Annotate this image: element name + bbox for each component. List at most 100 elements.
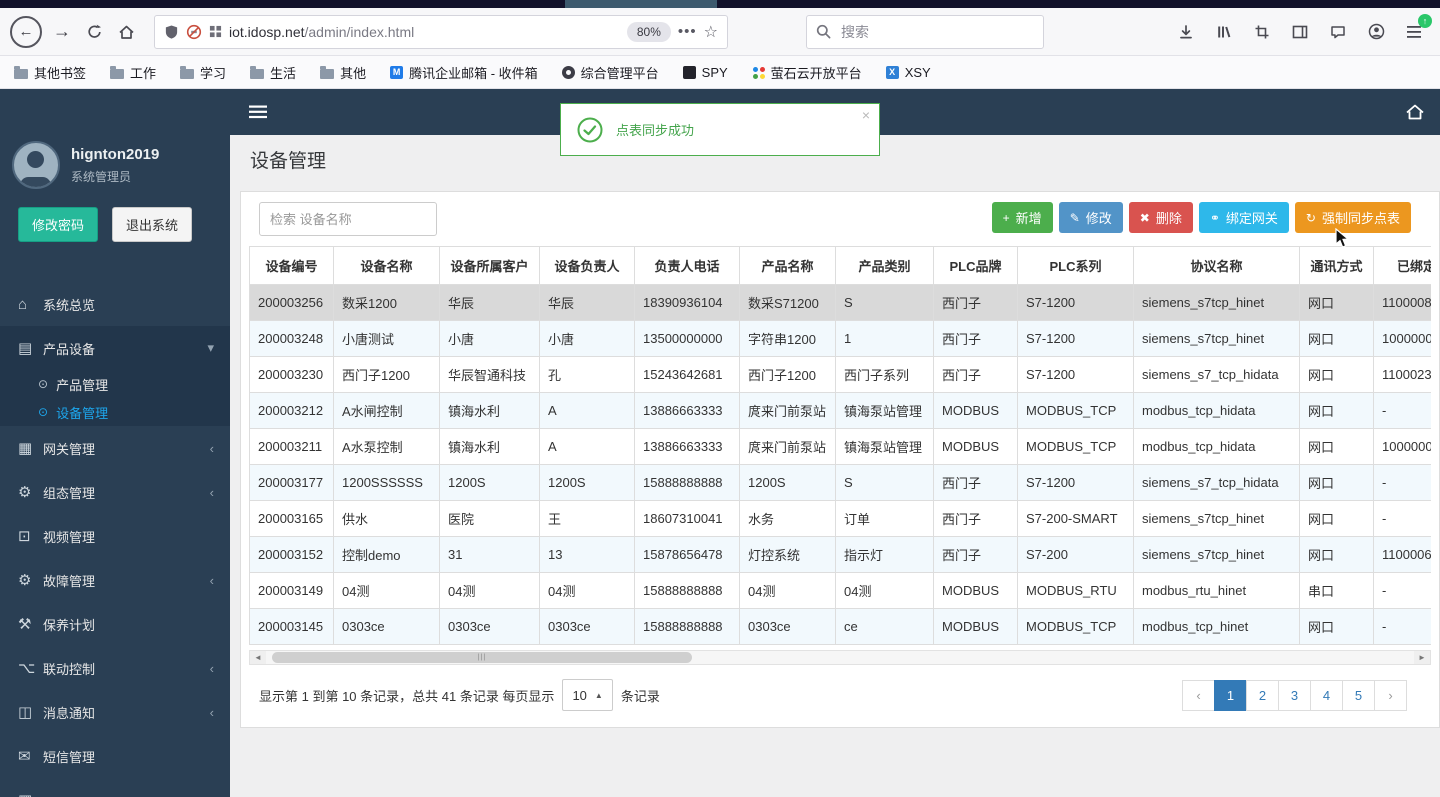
sidebar-item-product-device[interactable]: ▤ 产品设备 ▾ — [0, 326, 230, 370]
bookmark-label: 萤石云开放平台 — [770, 65, 862, 81]
column-header[interactable]: 设备负责人 — [539, 246, 635, 285]
table-row[interactable]: 200003230 西门子1200 华辰智通科技孔 15243642681 西门子120… — [249, 356, 1431, 393]
browser-tab[interactable] — [565, 0, 717, 8]
sidebar-item-clipped-item[interactable]: ▥ — [0, 778, 230, 797]
browser-search-bar[interactable] — [806, 14, 1044, 49]
toast-close-icon[interactable]: × — [862, 107, 870, 123]
messages-button[interactable] — [1324, 18, 1352, 46]
page-button-1[interactable]: 1 — [1214, 679, 1247, 711]
screenshot-button[interactable] — [1248, 18, 1276, 46]
page-button-4[interactable]: 4 — [1310, 679, 1343, 711]
delete-icon: ✖ — [1139, 210, 1150, 225]
scroll-left-icon[interactable]: ◄ — [250, 651, 266, 664]
chevron-left-icon: ‹ — [209, 704, 214, 720]
next-page-button[interactable]: › — [1374, 679, 1407, 711]
sidebar-item-message-notification[interactable]: ◫ 消息通知 ‹ — [0, 690, 230, 734]
forward-button[interactable]: → — [46, 16, 78, 48]
shield-icon[interactable] — [164, 24, 179, 40]
bookmark-item[interactable]: 综合管理平台 — [561, 63, 659, 82]
app-menu-button[interactable]: ↑ — [1400, 13, 1432, 46]
column-header[interactable]: 产品类别 — [835, 246, 934, 285]
delete-button[interactable]: ✖ 删除 — [1128, 202, 1193, 233]
column-header[interactable]: 负责人电话 — [634, 246, 740, 285]
logout-button[interactable]: 退出系统 — [112, 207, 193, 242]
bookmark-item[interactable]: 萤石云开放平台 — [752, 63, 862, 82]
toast-notification: 点表同步成功 × — [560, 103, 880, 156]
table-row[interactable]: 200003145 0303ce 0303ce 0303ce 15888888888 03… — [249, 608, 1431, 645]
account-button[interactable] — [1362, 18, 1390, 46]
horizontal-scrollbar[interactable]: ◄ ||| ► — [249, 650, 1431, 665]
zoom-level-badge[interactable]: 80% — [626, 21, 671, 42]
page-button-5[interactable]: 5 — [1342, 679, 1375, 711]
bookmark-item[interactable]: X XSY — [885, 65, 931, 80]
blocked-permission-icon[interactable] — [186, 24, 202, 40]
column-header[interactable]: 已绑定网关 — [1373, 246, 1431, 285]
page-actions-icon[interactable]: ••• — [678, 23, 697, 40]
table-row[interactable]: 200003152 控制demo 31 13 15878656478 灯控系统 指示灯 西门子… — [249, 536, 1431, 573]
column-header[interactable]: 协议名称 — [1133, 246, 1300, 285]
column-header[interactable]: 设备编号 — [249, 246, 334, 285]
avatar[interactable] — [12, 141, 60, 189]
page-button-2[interactable]: 2 — [1246, 679, 1279, 711]
column-header[interactable]: 产品名称 — [739, 246, 836, 285]
column-header[interactable]: PLC品牌 — [933, 246, 1018, 285]
table-row[interactable]: 200003165 供水 医院王 18607310041 水务 订单 西门子 S7-200-S… — [249, 500, 1431, 537]
scrollbar-track[interactable]: ||| — [266, 651, 1414, 664]
bookmark-item[interactable]: 其他 — [320, 63, 366, 82]
downloads-button[interactable] — [1172, 18, 1200, 46]
sidebar-subitem-product-management[interactable]: ⊙ 产品管理 — [0, 370, 230, 398]
add-button[interactable]: + 新增 — [991, 202, 1053, 233]
table-row[interactable]: 200003256 数采1200 华辰 华辰 18390936104 数采S71200 S 西… — [249, 284, 1431, 321]
scroll-right-icon[interactable]: ► — [1414, 651, 1430, 664]
bookmark-item[interactable]: 学习 — [180, 63, 226, 82]
table-row[interactable]: 200003177 1200SSSSSS 1200S 1200S 15888888888… — [249, 464, 1431, 501]
column-header[interactable]: 设备所属客户 — [439, 246, 540, 285]
table-cell: A水闸控制 — [333, 392, 440, 429]
column-header[interactable]: 设备名称 — [333, 246, 440, 285]
sidebar-item-linkage-control[interactable]: ⌥ 联动控制 ‹ — [0, 646, 230, 690]
bookmark-item[interactable]: 其他书签 — [14, 63, 86, 82]
column-header[interactable]: PLC系列 — [1017, 246, 1134, 285]
sidebar-item-maintenance-plan[interactable]: ⚒ 保养计划 — [0, 602, 230, 646]
sidebar-item-video-management[interactable]: ⊡ 视频管理 — [0, 514, 230, 558]
change-password-button[interactable]: 修改密码 — [18, 207, 99, 242]
table-cell: 0303ce — [739, 608, 836, 645]
bookmark-star-icon[interactable]: ☆ — [704, 22, 718, 42]
bookmark-item[interactable]: 生活 — [250, 63, 296, 82]
force-sync-button[interactable]: ↻ 强制同步点表 — [1294, 202, 1411, 233]
sidebar-item-fault-management[interactable]: ⚙ 故障管理 ‹ — [0, 558, 230, 602]
table-cell: 04测 — [333, 572, 440, 609]
scrollbar-thumb[interactable]: ||| — [272, 652, 692, 663]
page-button-3[interactable]: 3 — [1278, 679, 1311, 711]
table-row[interactable]: 200003212 A水闸控制 镇海水利 A 13886663333 庹来门前泵站 镇海泵站… — [249, 392, 1431, 429]
site-permissions-icon[interactable] — [209, 25, 222, 38]
library-button[interactable] — [1210, 18, 1238, 46]
prev-page-button[interactable]: ‹ — [1182, 679, 1215, 711]
sidebar-item-scada-management[interactable]: ⚙ 组态管理 ‹ — [0, 470, 230, 514]
bookmark-item[interactable]: M 腾讯企业邮箱 - 收件箱 — [390, 63, 538, 82]
column-header[interactable]: 通讯方式 — [1299, 246, 1374, 285]
back-button[interactable]: ← — [10, 15, 42, 48]
bind-gateway-button[interactable]: ⚭ 绑定网关 — [1198, 202, 1289, 233]
sidebar-item-gateway-management[interactable]: ▦ 网关管理 ‹ — [0, 426, 230, 470]
sidebar-subitem-device-management[interactable]: ⊙ 设备管理 — [0, 398, 230, 426]
sidebars-button[interactable] — [1286, 18, 1314, 46]
table-cell: siemens_s7tcp_hinet — [1133, 320, 1300, 357]
browser-search-input[interactable] — [839, 22, 1034, 41]
url-bar[interactable]: iot.idosp.net/admin/index.html 80% ••• ☆ — [154, 14, 728, 49]
home-button[interactable] — [110, 16, 142, 48]
reload-button[interactable] — [78, 16, 110, 48]
table-row[interactable]: 200003248 小唐测试 小唐 小唐 13500000000 字符串1200 1 西门子 S… — [249, 320, 1431, 357]
url-text[interactable]: iot.idosp.net/admin/index.html — [229, 24, 620, 40]
bookmark-item[interactable]: SPY — [682, 65, 728, 80]
sidebar-toggle-button[interactable] — [249, 105, 267, 119]
table-row[interactable]: 200003211 A水泵控制 镇海水利 A 13886663333 庹来门前泵站 镇海泵站… — [249, 428, 1431, 465]
device-search-input[interactable] — [259, 202, 437, 236]
sidebar-item-system-overview[interactable]: ⌂ 系统总览 — [0, 282, 230, 326]
page-size-select[interactable]: 10 ▲ — [562, 679, 613, 711]
edit-button[interactable]: ✎ 修改 — [1058, 202, 1123, 233]
app-home-button[interactable] — [1405, 103, 1425, 121]
bookmark-item[interactable]: 工作 — [110, 63, 156, 82]
table-row[interactable]: 200003149 04测 04测 04测 15888888888 04测 04测 MODBU… — [249, 572, 1431, 609]
sidebar-item-sms-management[interactable]: ✉ 短信管理 — [0, 734, 230, 778]
